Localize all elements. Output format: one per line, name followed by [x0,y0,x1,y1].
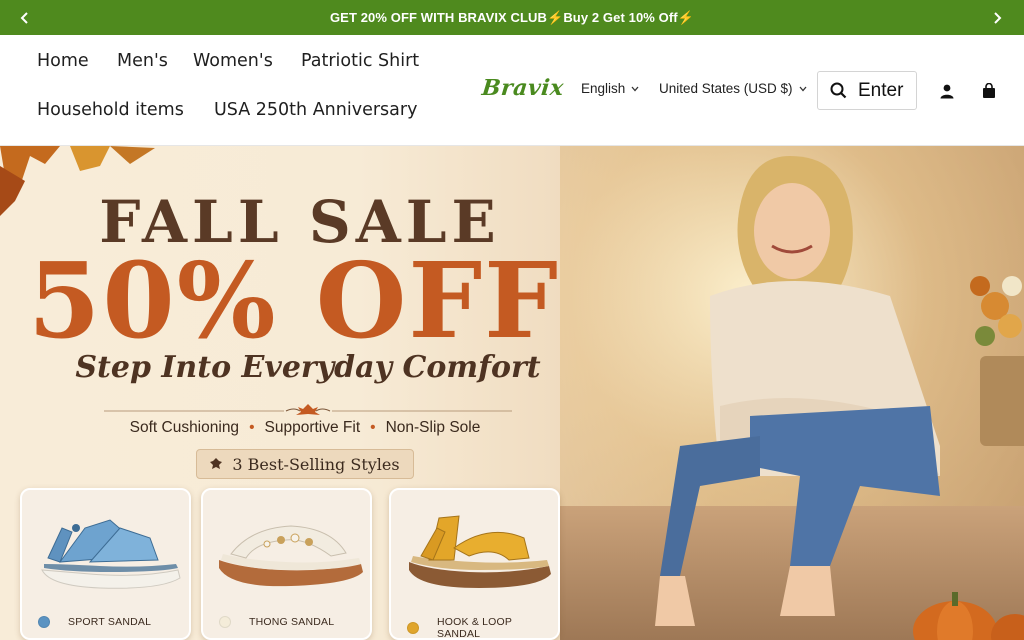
chevron-down-icon [799,86,807,91]
chevron-down-icon [631,86,639,91]
feature-soft-cushioning: Soft Cushioning [129,419,240,436]
nav-item-patriotic-shirt[interactable]: Patriotic Shirt [301,51,419,71]
search-label: Enter [858,79,904,101]
nav-item-home[interactable]: Home [37,51,89,71]
currency-value: United States (USD $) [659,81,793,96]
product-card-thong-sandal[interactable]: THONG SANDAL [201,488,372,640]
chevron-right-icon [994,11,1002,24]
cart-button[interactable] [979,81,999,101]
separator-dot: • [370,419,376,436]
nav-item-mens[interactable]: Men's [117,51,168,71]
chevron-left-icon [20,11,28,24]
product-card-sport-sandal[interactable]: SPORT SANDAL [20,488,191,640]
product-label: THONG SANDAL [249,616,335,628]
color-swatch [407,622,419,634]
product-caption: SPORT SANDAL [38,616,151,628]
thong-sandal-image [219,525,363,587]
announcement-bar: GET 20% OFF WITH BRAVIX CLUB⚡Buy 2 Get 1… [0,0,1024,35]
site-header: Home Men's Women's Patriotic Shirt House… [0,35,1024,146]
product-label: HOOK & LOOP SANDAL [436,616,512,640]
separator-dot: • [249,419,255,436]
pumpkin-image [913,592,1024,640]
account-button[interactable] [937,81,957,101]
sport-sandal-image [41,519,181,589]
color-swatch [219,616,231,628]
color-swatch [38,616,50,628]
announcement-next-button[interactable] [982,0,1012,35]
product-label: SPORT SANDAL [68,616,152,628]
user-icon [940,84,954,99]
nav-item-womens[interactable]: Women's [193,51,273,71]
leaf-icon [210,458,223,469]
announcement-prev-button[interactable] [10,0,40,35]
currency-selector[interactable]: United States (USD $) [659,81,807,96]
best-selling-label: 3 Best-Selling Styles [232,454,400,474]
search-icon [830,82,847,99]
language-selector[interactable]: English [581,81,639,96]
language-value: English [581,81,626,96]
hero-tagline: Step Into Everyday Comfort [75,350,541,385]
hook-loop-sandal-image [409,515,551,588]
product-caption: HOOK & LOOP SANDAL [407,616,558,640]
shopping-bag-icon [983,83,995,98]
hero-discount: 50% OFF [27,239,561,362]
feature-non-slip-sole: Non-Slip Sole [385,419,481,436]
hero-banner[interactable]: FALL SALE 50% OFF Step Into Everyday Com… [0,146,1024,640]
feature-supportive-fit: Supportive Fit [264,419,361,436]
brand-logo[interactable]: Bravix [481,75,565,101]
product-caption: THONG SANDAL [219,616,334,628]
product-card-hook-loop-sandal[interactable]: HOOK & LOOP SANDAL [389,488,560,640]
search-input[interactable]: Enter [817,71,917,110]
announcement-message[interactable]: GET 20% OFF WITH BRAVIX CLUB⚡Buy 2 Get 1… [330,10,694,26]
best-selling-badge: 3 Best-Selling Styles [196,449,414,479]
hero-features: Soft Cushioning • Supportive Fit • Non-Slip … [0,419,610,437]
ornament-divider [104,404,512,415]
nav-item-usa-250th-anniversary[interactable]: USA 250th Anniversary [214,100,417,120]
nav-item-household-items[interactable]: Household items [37,100,184,120]
